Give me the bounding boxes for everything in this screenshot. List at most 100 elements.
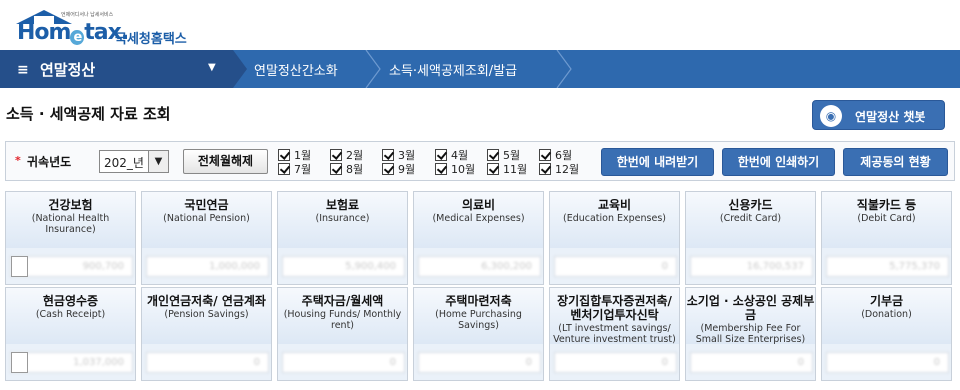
month-checkbox-8[interactable]: 8월 [330,161,363,176]
card-title: 기부금 [869,294,904,308]
card-header: 기부금 (Donation) [822,288,951,344]
card-header: 개인연금저축/ 연금계좌 (Pension Savings) [142,288,271,344]
checkbox-checked-icon[interactable] [278,163,290,175]
card-amount: 0 [554,352,677,373]
breadcrumb-chevron-icon [556,50,572,88]
card-header: 보험료 (Insurance) [278,192,407,248]
card-subtitle: (LT investment savings/ Venture investme… [553,323,676,345]
card-subtitle: (Education Expenses) [563,213,666,224]
card-title: 신용카드 [728,198,773,212]
month-checkbox-11[interactable]: 11월 [487,161,528,176]
card-subtitle: (Home Purchasing Savings) [435,309,522,331]
card-header: 주택자금/월세액 (Housing Funds/ Monthly rent) [278,288,407,344]
card-header: 교육비 (Education Expenses) [550,192,679,248]
menu-dropdown[interactable]: ≡ 연말정산 ▼ [0,50,233,88]
month-checkbox-10[interactable]: 10월 [435,161,476,176]
download-all-button[interactable]: 한번에 내려받기 [601,148,714,176]
card-amount: 5,900,400 [282,256,405,277]
card-amount: 5,775,370 [826,256,949,277]
card-amount: 0 [690,352,813,373]
card-title: 교육비 [597,198,632,212]
month-checkbox-1[interactable]: 1월 [278,147,311,162]
breadcrumb-simplified[interactable]: 연말정산간소화 [254,60,338,79]
deduction-card[interactable]: 주택자금/월세액 (Housing Funds/ Monthly rent) 0 [277,287,408,381]
card-amount: 6,300,200 [418,256,541,277]
card-checkbox[interactable] [11,352,28,373]
card-amount: 1,037,000 [10,352,133,373]
card-title: 주택자금/월세액 [301,294,384,308]
chevron-down-icon[interactable]: ▼ [148,151,168,172]
checkbox-checked-icon[interactable] [330,163,342,175]
chatbot-icon: ◉ [820,105,842,127]
page-title: 소득 · 세액공제 자료 조회 [6,105,171,123]
checkbox-checked-icon[interactable] [278,149,290,161]
deduction-card[interactable]: 건강보험 (National Health Insurance) 900,700 [5,191,136,285]
month-checkbox-5[interactable]: 5월 [487,147,520,162]
card-amount: 1,000,000 [146,256,269,277]
deduction-card[interactable]: 기부금 (Donation) 0 [821,287,952,381]
deduction-card[interactable]: 신용카드 (Credit Card) 16,700,537 [685,191,816,285]
checkbox-checked-icon[interactable] [435,163,447,175]
card-amount: 0 [146,352,269,373]
toggle-all-months-button[interactable]: 전체월해제 [183,149,268,174]
print-all-button[interactable]: 한번에 인쇄하기 [722,148,835,176]
card-header: 국민연금 (National Pension) [142,192,271,248]
checkbox-checked-icon[interactable] [539,163,551,175]
filter-bar: * 귀속년도 202_년 ▼ 전체월해제 1월 2월 3월 4월 5월 6월 7월 8월 9월 1… [5,141,955,181]
card-title: 현금영수증 [42,294,99,308]
checkbox-checked-icon[interactable] [487,163,499,175]
checkbox-checked-icon[interactable] [382,163,394,175]
card-header: 직불카드 등 (Debit Card) [822,192,951,248]
checkbox-checked-icon[interactable] [487,149,499,161]
deduction-card[interactable]: 장기집합투자증권저축/ 벤처기업투자신탁 (LT investment savin… [549,287,680,381]
card-subtitle: (Insurance) [315,213,370,224]
month-checkbox-2[interactable]: 2월 [330,147,363,162]
deduction-card[interactable]: 현금영수증 (Cash Receipt) 1,037,000 [5,287,136,381]
deduction-card[interactable]: 보험료 (Insurance) 5,900,400 [277,191,408,285]
hometax-logo[interactable]: 언제어디서나 납세서비스 Hom e tax. 국세청홈택스 [13,6,213,47]
month-label: 11월 [503,163,528,176]
breadcrumb-deduction-inquiry[interactable]: 소득·세액공제조회/발급 [389,60,517,79]
deduction-card[interactable]: 의료비 (Medical Expenses) 6,300,200 [413,191,544,285]
card-title: 보험료 [325,198,360,212]
card-amount: 0 [554,256,677,277]
menu-title: 연말정산 [40,61,96,79]
card-header: 의료비 (Medical Expenses) [414,192,543,248]
deduction-card[interactable]: 국민연금 (National Pension) 1,000,000 [141,191,272,285]
deduction-card[interactable]: 주택마련저축 (Home Purchasing Savings) 0 [413,287,544,381]
card-title: 장기집합투자증권저축/ 벤처기업투자신탁 [557,294,672,322]
card-subtitle: (Donation) [861,309,912,320]
nav-bar: ≡ 연말정산 ▼ 연말정산간소화 소득·세액공제조회/발급 [0,50,960,88]
card-checkbox[interactable] [11,256,28,277]
checkbox-checked-icon[interactable] [382,149,394,161]
month-checkbox-7[interactable]: 7월 [278,161,312,176]
month-label: 12월 [555,163,580,176]
logo-brand: Hom e tax. [17,20,129,45]
month-label: 10월 [451,163,476,176]
card-subtitle: (Credit Card) [719,213,782,224]
card-subtitle: (Debit Card) [857,213,916,224]
checkbox-checked-icon[interactable] [539,149,551,161]
deduction-card[interactable]: 교육비 (Education Expenses) 0 [549,191,680,285]
chatbot-button[interactable]: ◉ 연말정산 챗봇 [812,100,945,130]
consent-status-button[interactable]: 제공동의 현황 [843,148,948,176]
month-label: 7월 [294,163,312,176]
card-header: 신용카드 (Credit Card) [686,192,815,248]
site-header: 언제어디서나 납세서비스 Hom e tax. 국세청홈택스 [0,0,960,50]
card-subtitle: (Cash Receipt) [35,309,106,320]
deduction-card[interactable]: 개인연금저축/ 연금계좌 (Pension Savings) 0 [141,287,272,381]
deduction-card[interactable]: 직불카드 등 (Debit Card) 5,775,370 [821,191,952,285]
month-checkbox-6[interactable]: 6월 [539,147,572,162]
month-checkbox-4[interactable]: 4월 [435,147,468,162]
deduction-card[interactable]: 소기업 · 소상공인 공제부금 (Membership Fee For Small… [685,287,816,381]
card-subtitle: (Medical Expenses) [432,213,525,224]
hamburger-icon[interactable]: ≡ [17,62,29,78]
caret-down-icon: ▼ [208,62,216,73]
checkbox-checked-icon[interactable] [435,149,447,161]
month-checkbox-12[interactable]: 12월 [539,161,580,176]
month-checkbox-3[interactable]: 3월 [382,147,415,162]
month-checkbox-9[interactable]: 9월 [382,161,415,176]
checkbox-checked-icon[interactable] [330,149,342,161]
year-select[interactable]: 202_년 ▼ [99,150,169,173]
card-title: 건강보험 [48,198,93,212]
